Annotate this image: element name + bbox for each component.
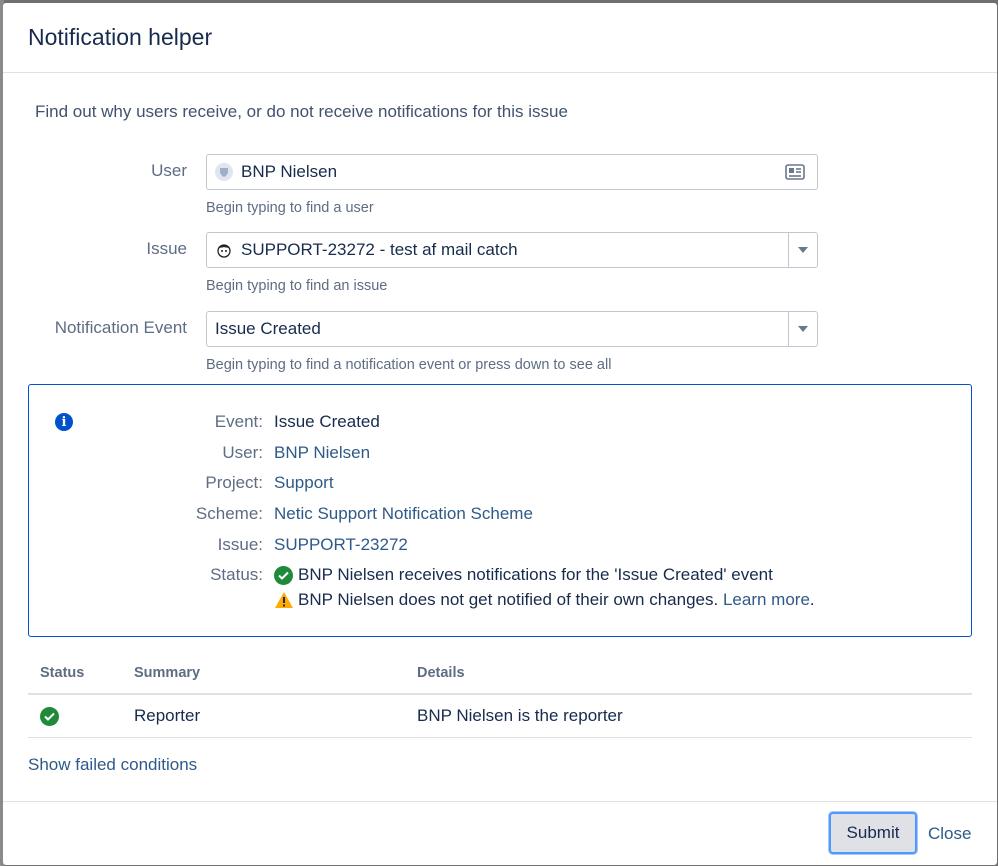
info-status-key: Status: [210, 565, 263, 584]
user-picker-card-icon[interactable] [785, 164, 805, 180]
issue-dropdown-button[interactable] [788, 233, 817, 267]
info-panel: i Event: Issue Created User: BNP Nielsen… [28, 384, 972, 637]
chevron-down-icon [798, 326, 808, 332]
event-dropdown-button[interactable] [788, 312, 817, 346]
table-header-row: Status Summary Details [28, 653, 972, 695]
results-table: Status Summary Details Reporter BNP Niel… [28, 653, 972, 738]
info-issue-key: Issue: [217, 535, 263, 554]
event-select[interactable]: Issue Created [206, 311, 818, 347]
issue-avatar-icon [215, 241, 233, 259]
row-details-cell: BNP Nielsen is the reporter [405, 694, 972, 738]
status-ok-line: BNP Nielsen receives notifications for t… [274, 565, 773, 585]
details-column-header: Details [405, 653, 972, 695]
info-project-key: Project: [205, 473, 263, 492]
event-row: Notification Event Issue Created [3, 311, 997, 347]
user-label: User [151, 161, 187, 180]
submit-button[interactable]: Submit [829, 812, 917, 854]
event-value: Issue Created [215, 319, 321, 338]
show-failed-conditions-link[interactable]: Show failed conditions [28, 755, 197, 775]
chevron-down-icon [798, 247, 808, 253]
intro-text: Find out why users receive, or do not re… [35, 102, 568, 121]
event-hint: Begin typing to find a notification even… [206, 357, 612, 373]
status-warn-line: BNP Nielsen does not get notified of the… [274, 590, 815, 610]
learn-more-link[interactable]: Learn more [723, 590, 810, 610]
issue-hint: Begin typing to find an issue [206, 278, 388, 294]
info-user-key: User: [222, 443, 263, 462]
close-link[interactable]: Close [928, 824, 971, 844]
row-status-cell [28, 694, 122, 738]
dialog-header: Notification helper [3, 3, 997, 73]
event-label: Notification Event [54, 318, 187, 337]
notification-helper-dialog: Notification helper Find out why users r… [3, 3, 997, 865]
status-column-header: Status [28, 653, 122, 695]
warning-icon [275, 592, 293, 608]
info-scheme-link[interactable]: Netic Support Notification Scheme [274, 504, 533, 524]
user-row: User BNP Nielsen [3, 154, 997, 190]
issue-label: Issue [146, 239, 187, 258]
user-hint: Begin typing to find a user [206, 200, 374, 216]
issue-select[interactable]: SUPPORT-23272 - test af mail catch [206, 232, 818, 268]
info-scheme-key: Scheme: [195, 504, 263, 523]
table-row: Reporter BNP Nielsen is the reporter [28, 694, 972, 738]
info-event-key: Event: [214, 412, 263, 431]
info-user-link[interactable]: BNP Nielsen [274, 443, 370, 463]
user-value: BNP Nielsen [241, 162, 338, 181]
status-ok-text: BNP Nielsen receives notifications for t… [298, 565, 773, 584]
status-warn-text: BNP Nielsen does not get notified of the… [298, 590, 719, 609]
info-project-link[interactable]: Support [274, 473, 334, 493]
check-circle-icon [40, 707, 59, 726]
user-avatar-icon [215, 163, 233, 181]
info-issue-link[interactable]: SUPPORT-23272 [274, 535, 408, 555]
row-summary-cell: Reporter [122, 694, 405, 738]
period: . [809, 590, 815, 609]
issue-row: Issue SUPPORT-23272 - test af mail catch [3, 232, 997, 268]
issue-value: SUPPORT-23272 - test af mail catch [241, 240, 518, 259]
dialog-title: Notification helper [28, 24, 213, 50]
check-circle-icon [274, 565, 293, 585]
summary-column-header: Summary [122, 653, 405, 695]
user-input[interactable]: BNP Nielsen [206, 154, 818, 190]
info-event-value: Issue Created [274, 412, 380, 431]
dialog-footer: Submit Close [3, 801, 997, 865]
